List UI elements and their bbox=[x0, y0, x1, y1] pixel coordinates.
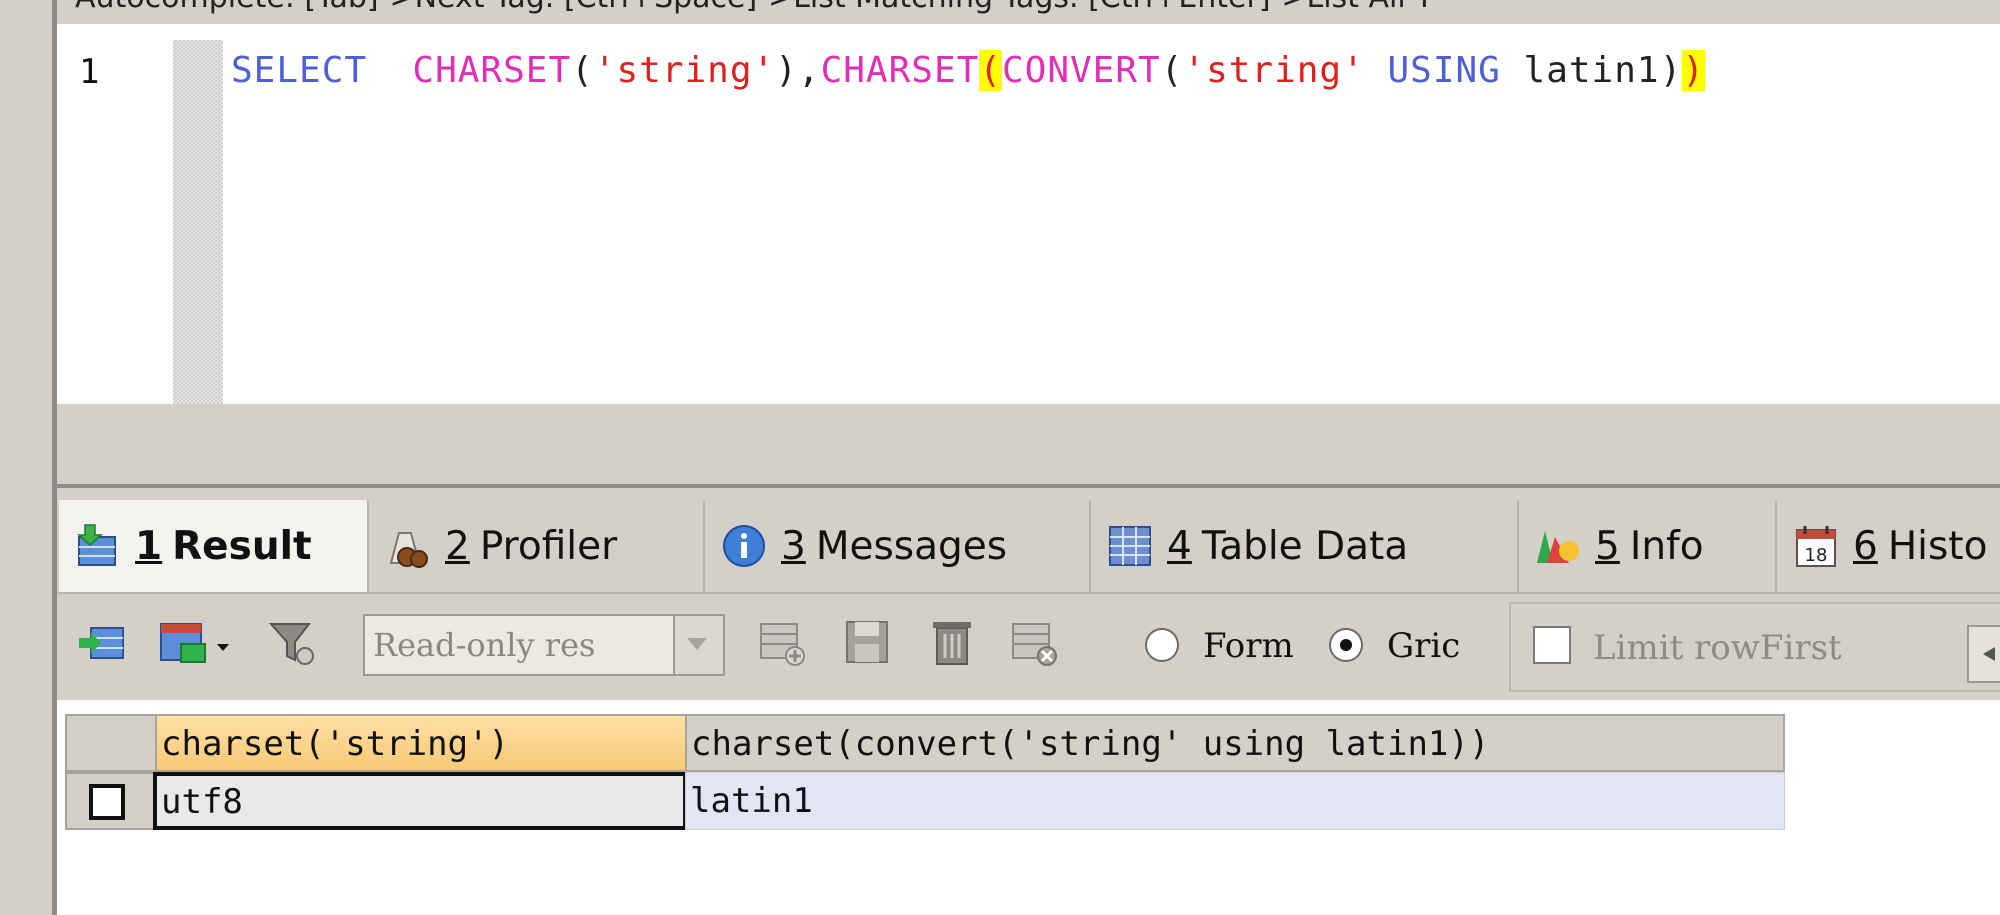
table-icon bbox=[1107, 523, 1153, 569]
autocomplete-hint-bar: Autocomplete: [Tab]->Next Tag. [Ctrl+Spa… bbox=[57, 0, 2000, 24]
tab-result[interactable]: 1 Result bbox=[59, 500, 369, 592]
tab-messages[interactable]: 3 Messages bbox=[705, 500, 1091, 592]
keyword-using: USING bbox=[1387, 50, 1501, 91]
grid-options-icon[interactable] bbox=[157, 618, 247, 668]
line-number: 1 bbox=[79, 52, 100, 92]
pane-splitter[interactable] bbox=[57, 484, 2000, 488]
function-convert: CONVERT bbox=[1001, 50, 1161, 91]
profiler-icon bbox=[385, 523, 431, 569]
autocomplete-hint-text: Autocomplete: [Tab]->Next Tag. [Ctrl+Spa… bbox=[75, 0, 1434, 15]
paren-open: ( bbox=[1160, 50, 1184, 91]
result-tabs: 1 Result 2 Profiler 3 Messages 4 Table Data … bbox=[57, 500, 2000, 594]
tab-number: 5 bbox=[1595, 523, 1620, 569]
code-line[interactable]: SELECT CHARSET('string'),CHARSET(CONVERT… bbox=[231, 50, 1705, 91]
row-selector[interactable] bbox=[65, 772, 157, 830]
tab-label: Result bbox=[172, 523, 312, 569]
form-view-radio[interactable] bbox=[1145, 628, 1179, 662]
string-literal: 'string' bbox=[1183, 50, 1365, 91]
tab-label: Info bbox=[1629, 523, 1704, 569]
identifier-latin1: latin1 bbox=[1523, 50, 1660, 91]
calendar-icon: 18 bbox=[1793, 523, 1839, 569]
chevron-down-icon[interactable] bbox=[673, 616, 723, 674]
tab-history[interactable]: 18 6 Histo bbox=[1777, 500, 2000, 592]
result-icon bbox=[75, 523, 121, 569]
comma: , bbox=[797, 50, 821, 91]
tab-label: Messages bbox=[815, 523, 1008, 569]
tab-number: 6 bbox=[1853, 523, 1878, 569]
table-cell[interactable]: latin1 bbox=[685, 772, 1785, 830]
tab-info[interactable]: 5 Info bbox=[1519, 500, 1777, 592]
tab-number: 3 bbox=[781, 523, 806, 569]
tab-profiler[interactable]: 2 Profiler bbox=[369, 500, 705, 592]
calendar-day-text: 18 bbox=[1805, 545, 1828, 566]
table-cell[interactable]: utf8 bbox=[153, 772, 687, 830]
tab-label: Profiler bbox=[479, 523, 618, 569]
keyword-select: SELECT bbox=[231, 50, 368, 91]
grid-view-label: Gric bbox=[1387, 626, 1461, 666]
tab-number: 1 bbox=[135, 523, 163, 569]
filter-icon[interactable] bbox=[267, 618, 317, 668]
delete-icon[interactable] bbox=[927, 618, 977, 668]
column-header-charset-string[interactable]: charset('string') bbox=[155, 714, 687, 772]
result-toolbar: Read-only res Form Gric Limit rowFirst bbox=[57, 596, 2000, 696]
export-icon[interactable] bbox=[77, 618, 127, 668]
add-row-icon[interactable] bbox=[757, 618, 807, 668]
readonly-result-select[interactable]: Read-only res bbox=[363, 614, 725, 676]
grid-corner-cell bbox=[65, 714, 157, 772]
column-header-charset-convert[interactable]: charset(convert('string' using latin1)) bbox=[685, 714, 1785, 772]
result-grid: charset('string') charset(convert('strin… bbox=[57, 700, 2000, 915]
limit-rows-label: Limit rowFirst bbox=[1593, 628, 1842, 668]
info-circle-icon bbox=[721, 523, 767, 569]
editor-bottom-area bbox=[57, 404, 2000, 484]
editor-gutter bbox=[173, 40, 223, 430]
tab-label: Histo bbox=[1887, 523, 1988, 569]
string-literal: 'string' bbox=[593, 50, 776, 91]
readonly-select-value: Read-only res bbox=[373, 626, 596, 664]
limit-rows-checkbox[interactable] bbox=[1533, 626, 1571, 664]
function-charset: CHARSET bbox=[412, 50, 572, 91]
function-charset: CHARSET bbox=[820, 50, 980, 91]
matched-paren-open: ( bbox=[979, 50, 1002, 91]
limit-rows-group: Limit rowFirst bbox=[1509, 602, 2000, 692]
matched-paren-close: ) bbox=[1682, 50, 1705, 91]
paren-open: ( bbox=[571, 50, 594, 91]
paren-close: ) bbox=[775, 50, 798, 91]
tab-label: Table Data bbox=[1201, 523, 1409, 569]
window-left-border bbox=[0, 0, 57, 915]
shapes-icon bbox=[1535, 523, 1581, 569]
sql-editor[interactable]: 1 SELECT CHARSET('string'),CHARSET(CONVE… bbox=[57, 24, 2000, 430]
previous-rows-button[interactable] bbox=[1967, 625, 2000, 683]
paren-close: ) bbox=[1659, 50, 1683, 91]
save-icon[interactable] bbox=[843, 618, 893, 668]
row-checkbox[interactable] bbox=[89, 784, 125, 820]
form-view-label: Form bbox=[1203, 626, 1294, 666]
tab-table-data[interactable]: 4 Table Data bbox=[1091, 500, 1519, 592]
tab-number: 4 bbox=[1167, 523, 1192, 569]
grid-view-radio[interactable] bbox=[1329, 628, 1363, 662]
delete-row-icon[interactable] bbox=[1009, 618, 1059, 668]
tab-number: 2 bbox=[445, 523, 470, 569]
